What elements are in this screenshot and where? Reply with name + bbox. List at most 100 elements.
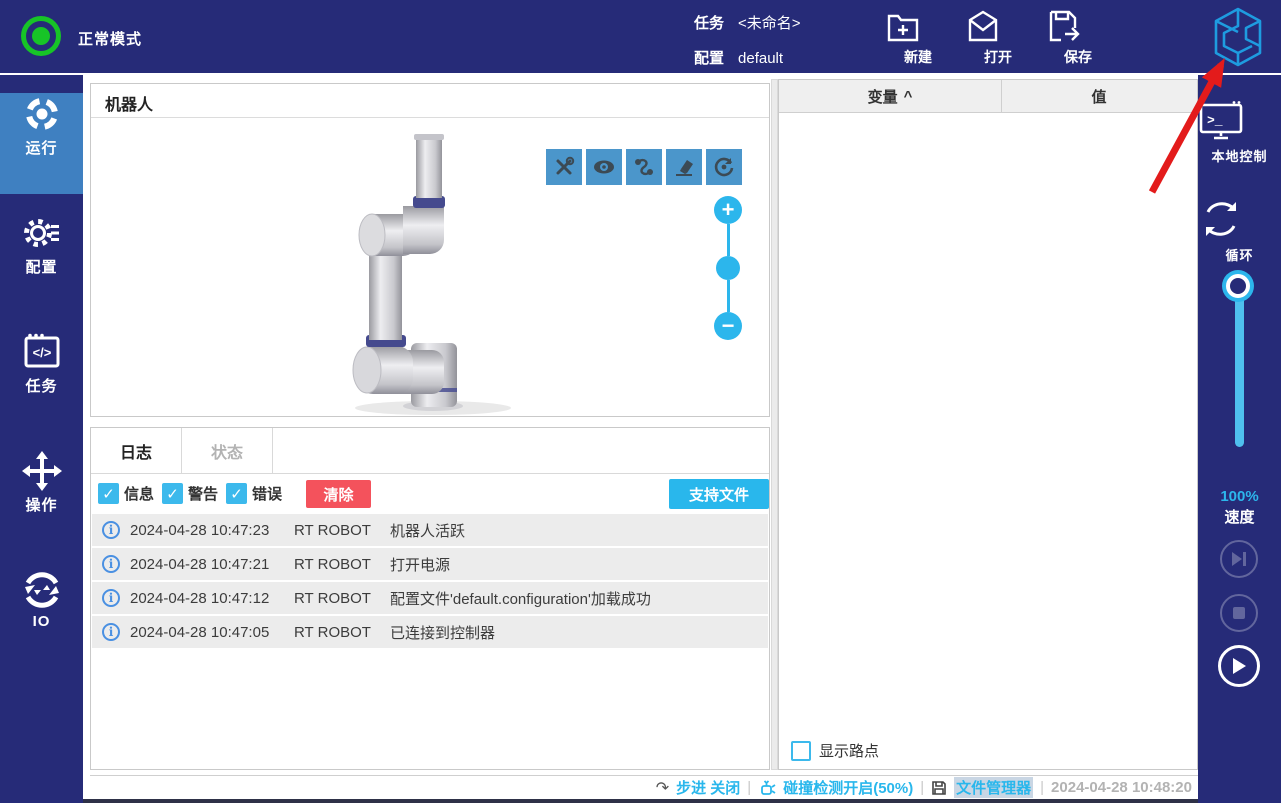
rotate-icon[interactable] bbox=[706, 149, 742, 185]
log-row[interactable]: i 2024-04-28 10:47:12 RT ROBOT 配置文件'defa… bbox=[92, 582, 768, 614]
sidebar-item-io[interactable]: IO bbox=[0, 569, 83, 670]
status-timestamp: 2024-04-28 10:48:20 bbox=[1051, 779, 1192, 796]
log-source: RT ROBOT bbox=[294, 555, 371, 573]
log-source: RT ROBOT bbox=[294, 589, 371, 607]
step-forward-button[interactable] bbox=[1220, 540, 1258, 578]
zoom-slider-handle[interactable] bbox=[716, 256, 740, 280]
loop-icon bbox=[1198, 197, 1281, 241]
save-button-label: 保存 bbox=[1064, 49, 1092, 65]
step-status[interactable]: 步进 关闭 bbox=[676, 777, 740, 798]
speed-slider-handle[interactable] bbox=[1226, 274, 1250, 298]
log-message: 已连接到控制器 bbox=[390, 624, 496, 642]
eye-icon[interactable] bbox=[586, 149, 622, 185]
speed-value: 100% bbox=[1220, 488, 1259, 505]
status-bar: ↷ 步进 关闭 | 碰撞检测开启(50%) | 文件管理器 | 2024-04-… bbox=[90, 775, 1198, 799]
log-row[interactable]: i 2024-04-28 10:47:05 RT ROBOT 已连接到控制器 bbox=[92, 616, 768, 648]
log-time: 2024-04-28 10:47:23 bbox=[130, 521, 270, 539]
top-bar: 正常模式 任务 <未命名> 配置 default 新建 打开 保存 bbox=[0, 0, 1281, 73]
info-glyph: i bbox=[108, 591, 114, 605]
warning-filter-checkbox[interactable]: ✓ bbox=[162, 483, 183, 504]
local-control-button[interactable]: >_ 本地控制 bbox=[1198, 100, 1281, 166]
eraser-icon[interactable] bbox=[666, 149, 702, 185]
robot-view-toolbar bbox=[546, 149, 742, 185]
config-label: 配置 bbox=[694, 50, 725, 67]
info-filter-checkbox[interactable]: ✓ bbox=[98, 483, 119, 504]
error-filter-checkbox[interactable]: ✓ bbox=[226, 483, 247, 504]
log-time: 2024-04-28 10:47:05 bbox=[130, 623, 270, 641]
check-icon: ✓ bbox=[230, 485, 243, 503]
robot-panel-title: 机器人 bbox=[105, 97, 154, 114]
zoom-track bbox=[726, 224, 730, 256]
app-logo-icon[interactable] bbox=[1210, 6, 1266, 68]
robot-panel: 机器人 + − bbox=[90, 83, 770, 417]
check-icon: ✓ bbox=[102, 485, 115, 503]
sidebar-item-label: 配置 bbox=[25, 259, 58, 276]
divider: | bbox=[1040, 779, 1045, 796]
tab-status[interactable]: 状态 bbox=[182, 428, 273, 473]
path-icon[interactable] bbox=[626, 149, 662, 185]
speed-slider-track[interactable] bbox=[1235, 288, 1244, 447]
clear-log-button[interactable]: 清除 bbox=[306, 480, 371, 508]
variables-panel: 变量 ^ 值 显示路点 bbox=[778, 79, 1198, 770]
sort-up-icon: ^ bbox=[903, 87, 913, 105]
zoom-track bbox=[726, 280, 730, 312]
open-envelope-icon bbox=[963, 8, 1033, 44]
open-button[interactable]: 打开 bbox=[963, 8, 1033, 68]
info-filter-label: 信息 bbox=[124, 486, 155, 503]
tools-icon[interactable] bbox=[546, 149, 582, 185]
check-icon: ✓ bbox=[166, 485, 179, 503]
log-filter-row: ✓ 信息 ✓ 警告 ✓ 错误 清除 支持文件 bbox=[91, 474, 769, 513]
zoom-in-button[interactable]: + bbox=[714, 196, 742, 224]
local-control-label: 本地控制 bbox=[1211, 149, 1268, 164]
loop-button[interactable]: 循环 bbox=[1198, 197, 1281, 265]
sidebar-item-run[interactable]: 运行 bbox=[0, 93, 83, 194]
log-row[interactable]: i 2024-04-28 10:47:21 RT ROBOT 打开电源 bbox=[92, 548, 768, 580]
save-button[interactable]: 保存 bbox=[1043, 8, 1113, 68]
sidebar-item-task[interactable]: </> 任务 bbox=[0, 331, 83, 432]
sidebar-item-config[interactable]: 配置 bbox=[0, 212, 83, 313]
stop-button[interactable] bbox=[1220, 594, 1258, 632]
new-file-icon bbox=[883, 8, 953, 44]
log-tabs: 日志 状态 bbox=[91, 428, 769, 474]
zoom-out-button[interactable]: − bbox=[714, 312, 742, 340]
show-waypoints-checkbox[interactable] bbox=[791, 740, 811, 761]
terminal-icon: >_ bbox=[1198, 100, 1281, 142]
variable-column-label: 变量 bbox=[867, 88, 898, 106]
log-message: 配置文件'default.configuration'加载成功 bbox=[390, 590, 651, 608]
view-zoom-widget: + − bbox=[710, 196, 746, 340]
left-sidebar: 运行 配置 </> 任务 操作 IO bbox=[0, 75, 83, 803]
value-column-header[interactable]: 值 bbox=[1001, 80, 1197, 112]
info-glyph: i bbox=[108, 557, 114, 571]
svg-text:>_: >_ bbox=[1207, 113, 1223, 128]
log-message: 打开电源 bbox=[390, 556, 451, 574]
zoom-in-glyph: + bbox=[721, 197, 735, 222]
error-filter: ✓ 错误 bbox=[226, 483, 282, 504]
support-files-button[interactable]: 支持文件 bbox=[669, 479, 769, 509]
collision-status[interactable]: 碰撞检测开启(50%) bbox=[783, 777, 913, 798]
sidebar-item-label: 操作 bbox=[25, 497, 58, 514]
mode-status-icon bbox=[21, 16, 61, 56]
scrollbar[interactable] bbox=[771, 79, 778, 770]
info-glyph: i bbox=[108, 523, 114, 537]
sidebar-item-label: 运行 bbox=[25, 140, 58, 157]
save-disk-icon bbox=[1043, 8, 1113, 44]
new-button[interactable]: 新建 bbox=[883, 8, 953, 68]
config-row: 配置 default bbox=[694, 47, 783, 68]
log-row[interactable]: i 2024-04-28 10:47:23 RT ROBOT 机器人活跃 bbox=[92, 514, 768, 546]
info-icon: i bbox=[102, 555, 120, 573]
sidebar-item-label: 任务 bbox=[25, 378, 58, 395]
show-waypoints-label: 显示路点 bbox=[819, 743, 880, 760]
divider: | bbox=[920, 779, 925, 796]
log-time: 2024-04-28 10:47:12 bbox=[130, 589, 270, 607]
info-glyph: i bbox=[108, 625, 114, 639]
tab-log[interactable]: 日志 bbox=[91, 428, 182, 473]
value-column-label: 值 bbox=[1091, 88, 1107, 106]
info-filter: ✓ 信息 bbox=[98, 483, 154, 504]
warning-filter-label: 警告 bbox=[188, 486, 219, 503]
play-button[interactable] bbox=[1218, 645, 1260, 687]
variable-column-header[interactable]: 变量 ^ bbox=[779, 80, 1002, 112]
log-source: RT ROBOT bbox=[294, 521, 371, 539]
file-manager-link[interactable]: 文件管理器 bbox=[954, 777, 1034, 798]
collision-icon bbox=[758, 779, 776, 797]
sidebar-item-operate[interactable]: 操作 bbox=[0, 450, 83, 551]
